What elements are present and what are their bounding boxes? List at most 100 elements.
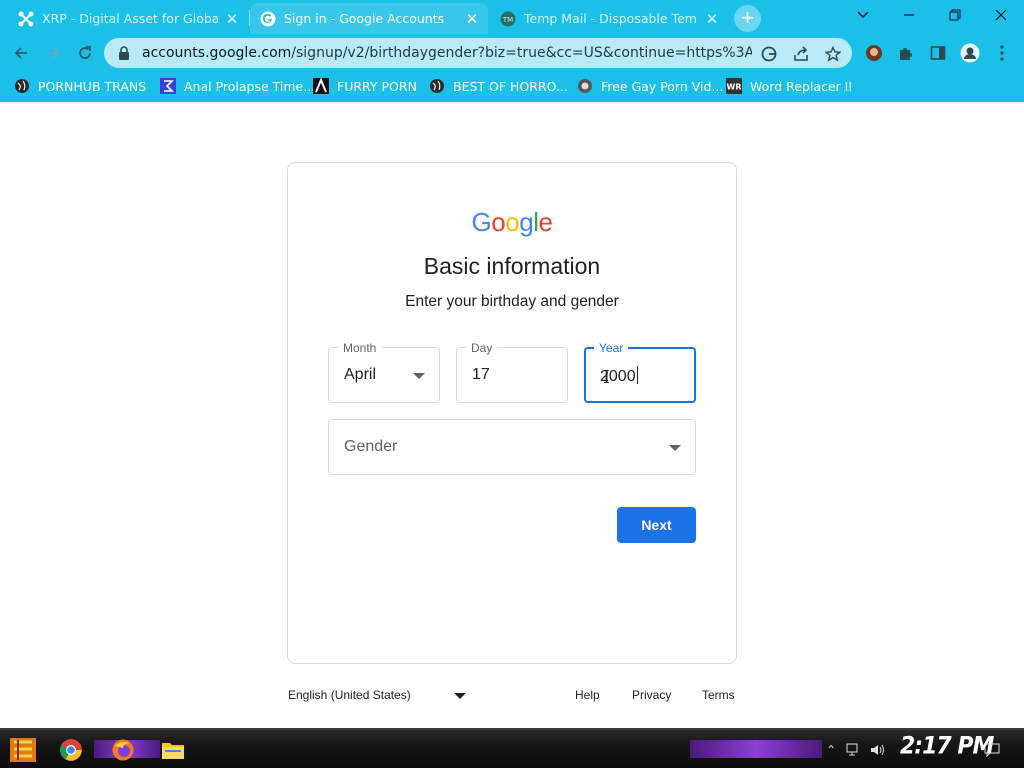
- reload-icon: [79, 46, 91, 59]
- forward-arrow-icon: [47, 47, 60, 59]
- wr-icon: WR: [726, 78, 742, 94]
- help-link[interactable]: Help: [575, 688, 600, 702]
- url-domain: accounts.google.com: [142, 45, 292, 61]
- chrome-taskbar-button[interactable]: [56, 736, 86, 764]
- chrome-icon: [60, 739, 82, 761]
- svg-text:TM: TM: [502, 16, 513, 24]
- page-content: Google Basic information Enter your birt…: [0, 102, 1024, 728]
- google-logo: Google: [471, 207, 553, 237]
- globe-icon: [14, 78, 30, 94]
- google-icon: [260, 11, 276, 26]
- bookmark-label: FURRY PORN: [337, 78, 417, 94]
- lock-icon: [119, 46, 129, 60]
- bookmark-label: PORNHUB TRANS: [38, 78, 147, 94]
- tab-google-sign-in[interactable]: Sign in - Google Accounts ✕: [250, 3, 488, 34]
- close-icon: [995, 9, 1007, 21]
- forward-button[interactable]: [40, 40, 66, 66]
- tab-temp-mail[interactable]: TM Temp Mail - Disposable Tempo ✕: [490, 3, 728, 34]
- signup-card: Google Basic information Enter your birt…: [287, 162, 737, 664]
- file-explorer-taskbar-button[interactable]: [158, 736, 188, 764]
- tab-title: Sign in - Google Accounts: [284, 11, 445, 26]
- day-input[interactable]: Day 17: [456, 341, 568, 403]
- next-button[interactable]: Next: [617, 507, 696, 543]
- month-label: Month: [338, 341, 382, 355]
- page-subtitle: Enter your birthday and gender: [405, 293, 619, 310]
- close-window-button[interactable]: [978, 0, 1024, 30]
- google-lens-icon[interactable]: [760, 45, 778, 63]
- back-button[interactable]: [8, 40, 34, 66]
- day-label: Day: [466, 341, 498, 355]
- extension-avatar-icon[interactable]: [863, 42, 885, 64]
- bookmark-label: Free Gay Porn Vid...: [601, 78, 724, 94]
- browser-toolbar: accounts.google.com/signup/v2/birthdayge…: [0, 36, 1024, 70]
- minimize-button[interactable]: [886, 0, 932, 30]
- notification-icon: [984, 743, 1000, 757]
- restore-icon: [949, 9, 961, 21]
- address-bar[interactable]: accounts.google.com/signup/v2/birthdayge…: [104, 38, 852, 68]
- privacy-link[interactable]: Privacy: [632, 688, 671, 702]
- letter-a-icon: [313, 78, 329, 94]
- page-footer: English (United States) Help Privacy Ter…: [288, 686, 738, 706]
- browser-menu-icon[interactable]: [991, 42, 1013, 64]
- url-path: /signup/v2/birthdaygender?biz=true&cc=US…: [291, 45, 752, 61]
- bookmark-item[interactable]: PORNHUB TRANS: [14, 76, 146, 96]
- new-tab-button[interactable]: +: [734, 5, 761, 32]
- close-tab-icon[interactable]: ✕: [704, 10, 720, 28]
- action-center-button[interactable]: [984, 738, 1000, 762]
- bookmark-label: Anal Prolapse Time...: [184, 78, 316, 94]
- minimize-icon: [904, 14, 914, 16]
- gender-select[interactable]: Gender: [328, 419, 696, 475]
- extensions-puzzle-icon[interactable]: [895, 42, 917, 64]
- dropdown-arrow-icon: [413, 373, 425, 379]
- month-select[interactable]: Month April: [328, 341, 440, 403]
- close-tab-icon[interactable]: ✕: [464, 10, 480, 28]
- gender-placeholder: Gender: [344, 438, 398, 455]
- ibeam-cursor-icon: I: [603, 367, 611, 388]
- bookmark-item[interactable]: Free Gay Porn Vid...: [577, 76, 723, 96]
- bookmark-item[interactable]: FURRY PORN: [313, 76, 417, 96]
- firefox-taskbar-button[interactable]: [108, 736, 138, 764]
- tab-search-button[interactable]: [840, 0, 886, 30]
- tab-strip: XRP - Digital Asset for Global ✕ Sign in…: [0, 0, 1024, 36]
- taskbar: ⌃ 2:17 PM: [0, 728, 1024, 768]
- chevron-down-icon: [857, 11, 869, 19]
- volume-icon[interactable]: [870, 743, 886, 757]
- share-icon[interactable]: [792, 45, 810, 63]
- tab-xrp[interactable]: XRP - Digital Asset for Global ✕: [8, 3, 248, 34]
- month-value: April: [344, 366, 377, 383]
- bookmark-item[interactable]: Anal Prolapse Time...: [160, 76, 315, 96]
- start-button[interactable]: [6, 734, 40, 766]
- profile-icon[interactable]: [959, 42, 981, 64]
- year-label: Year: [594, 341, 629, 355]
- dropdown-arrow-icon[interactable]: [454, 693, 466, 699]
- taskbar-clock[interactable]: 2:17 PM: [900, 733, 994, 761]
- xrp-icon: [18, 11, 34, 26]
- bookmark-item[interactable]: WR Word Replacer II: [726, 76, 852, 96]
- site-icon: [577, 78, 593, 94]
- back-arrow-icon: [14, 47, 27, 59]
- folder-icon: [162, 743, 184, 759]
- year-input[interactable]: Year 2000 I: [584, 341, 696, 403]
- restore-button[interactable]: [932, 0, 978, 30]
- terms-link[interactable]: Terms: [702, 688, 735, 702]
- taskbar-decoration: [690, 740, 822, 758]
- firefox-icon: [112, 739, 134, 761]
- reload-button[interactable]: [72, 40, 98, 66]
- day-value: 17: [472, 366, 490, 383]
- close-tab-icon[interactable]: ✕: [224, 10, 240, 28]
- globe-icon: [429, 78, 445, 94]
- bookmarks-bar: PORNHUB TRANS Anal Prolapse Time... FURR…: [0, 70, 1024, 102]
- language-selector[interactable]: English (United States): [288, 688, 411, 702]
- bookmark-star-icon[interactable]: [824, 45, 842, 63]
- system-tray: ⌃: [826, 738, 886, 762]
- bookmark-item[interactable]: BEST OF HORRO...: [429, 76, 568, 96]
- bookmark-label: Word Replacer II: [750, 78, 853, 94]
- bookmark-label: BEST OF HORRO...: [453, 78, 568, 94]
- side-panel-icon[interactable]: [927, 42, 949, 64]
- sigma-icon: [160, 78, 176, 94]
- tray-expand-icon[interactable]: ⌃: [826, 743, 836, 757]
- dropdown-arrow-icon: [669, 445, 681, 451]
- tab-title: Temp Mail - Disposable Tempo: [524, 11, 698, 26]
- network-icon[interactable]: [846, 743, 862, 757]
- text-caret: [636, 366, 638, 384]
